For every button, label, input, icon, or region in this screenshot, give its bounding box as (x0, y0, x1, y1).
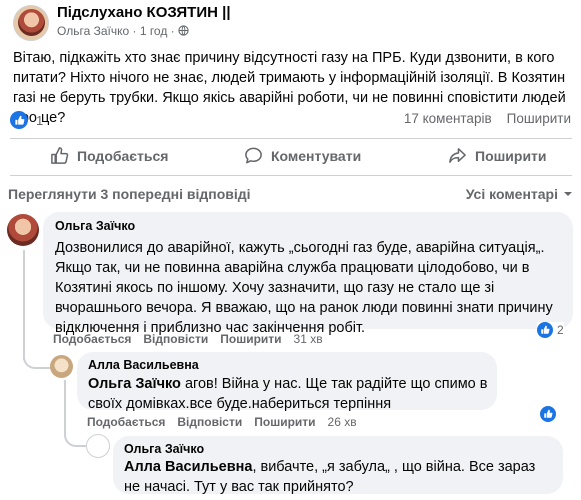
commenter-name[interactable]: Алла Васильевна (88, 358, 199, 372)
comment-share-button[interactable]: Поширити (254, 415, 315, 429)
comment-actions: Подобається Відповісти Поширити 26 хв (87, 415, 357, 429)
mention-link[interactable]: Ольга Заїчко (88, 376, 181, 392)
comment-reactions[interactable] (540, 406, 556, 422)
author-avatar[interactable] (18, 9, 45, 36)
commenter-avatar[interactable] (7, 214, 39, 246)
comment-bubble: Ольга Заїчко Дозвонилися до аварійної, к… (43, 212, 573, 336)
commenter-name[interactable]: Ольга Заїчко (55, 219, 135, 233)
comment-time[interactable]: 26 хв (328, 415, 357, 429)
comment-bubble: Алла Васильевна Ольга Заїчко агов! Війна… (77, 352, 497, 412)
thread-line (23, 250, 25, 360)
shares-label[interactable]: Поширити (507, 111, 571, 126)
post-author[interactable]: Ольга Заїчко (57, 24, 129, 38)
post-stats: 17 коментарів Поширити (404, 111, 571, 126)
like-reaction-icon (540, 406, 556, 422)
reaction-summary[interactable]: 1 (10, 111, 43, 129)
comment-button[interactable]: Коментувати (244, 146, 361, 165)
caret-down-icon (564, 192, 572, 196)
comment-reactions[interactable]: 2 (537, 322, 564, 338)
comment-text: Дозвонилися до аварійної, кажуть „сьогод… (55, 240, 553, 336)
like-reaction-icon (10, 111, 28, 129)
post-time[interactable]: · 1 год · (132, 24, 174, 38)
thumbs-up-icon (51, 147, 69, 164)
comment-share-button[interactable]: Поширити (220, 332, 281, 346)
commenter-avatar[interactable] (86, 434, 110, 458)
like-reaction-icon (537, 322, 553, 338)
view-previous-replies[interactable]: Переглянути 3 попередні відповіді (8, 186, 251, 202)
group-name[interactable]: Підслухано КОЗЯТИН || (57, 4, 231, 21)
comment-time[interactable]: 31 хв (294, 332, 323, 346)
mention-link[interactable]: Алла Васильевна (124, 459, 252, 475)
divider (10, 138, 572, 139)
comment-actions: Подобається Відповісти Поширити 31 хв (53, 332, 323, 346)
globe-icon (178, 25, 189, 36)
like-button[interactable]: Подобається (50, 146, 168, 165)
comment-label: Коментувати (271, 147, 362, 164)
thread-line (64, 425, 86, 447)
comment-text: Ольга Заїчко агов! Війна у нас. Ще так р… (88, 374, 488, 414)
share-icon (449, 148, 466, 163)
share-label: Поширити (475, 147, 547, 164)
reactions-count: 1 (36, 112, 44, 128)
like-label: Подобається (77, 147, 169, 164)
reaction-count: 2 (557, 323, 564, 337)
comment-like-button[interactable]: Подобається (53, 332, 131, 346)
comments-count[interactable]: 17 коментарів (404, 111, 492, 126)
comments-sort-dropdown[interactable]: Усі коментарі (466, 186, 573, 202)
sort-label: Усі коментарі (465, 186, 558, 202)
comment-bubble: Ольга Заїчко Алла Васильевна, вибачте, „… (113, 436, 563, 497)
comment-icon (245, 147, 262, 164)
post-meta: Ольга Заїчко · 1 год · (57, 24, 189, 38)
thread-line (23, 345, 52, 369)
comment-like-button[interactable]: Подобається (87, 415, 165, 429)
comment-text: Алла Васильевна, вибачте, „я забула„ , щ… (124, 457, 554, 497)
commenter-name[interactable]: Ольга Заїчко (124, 442, 204, 456)
commenter-avatar[interactable] (50, 355, 73, 378)
share-button[interactable]: Поширити (448, 146, 547, 165)
comment-reply-button[interactable]: Відповісти (177, 415, 242, 429)
divider (10, 175, 572, 176)
group-avatar[interactable] (13, 5, 49, 41)
comment-reply-button[interactable]: Відповісти (143, 332, 208, 346)
